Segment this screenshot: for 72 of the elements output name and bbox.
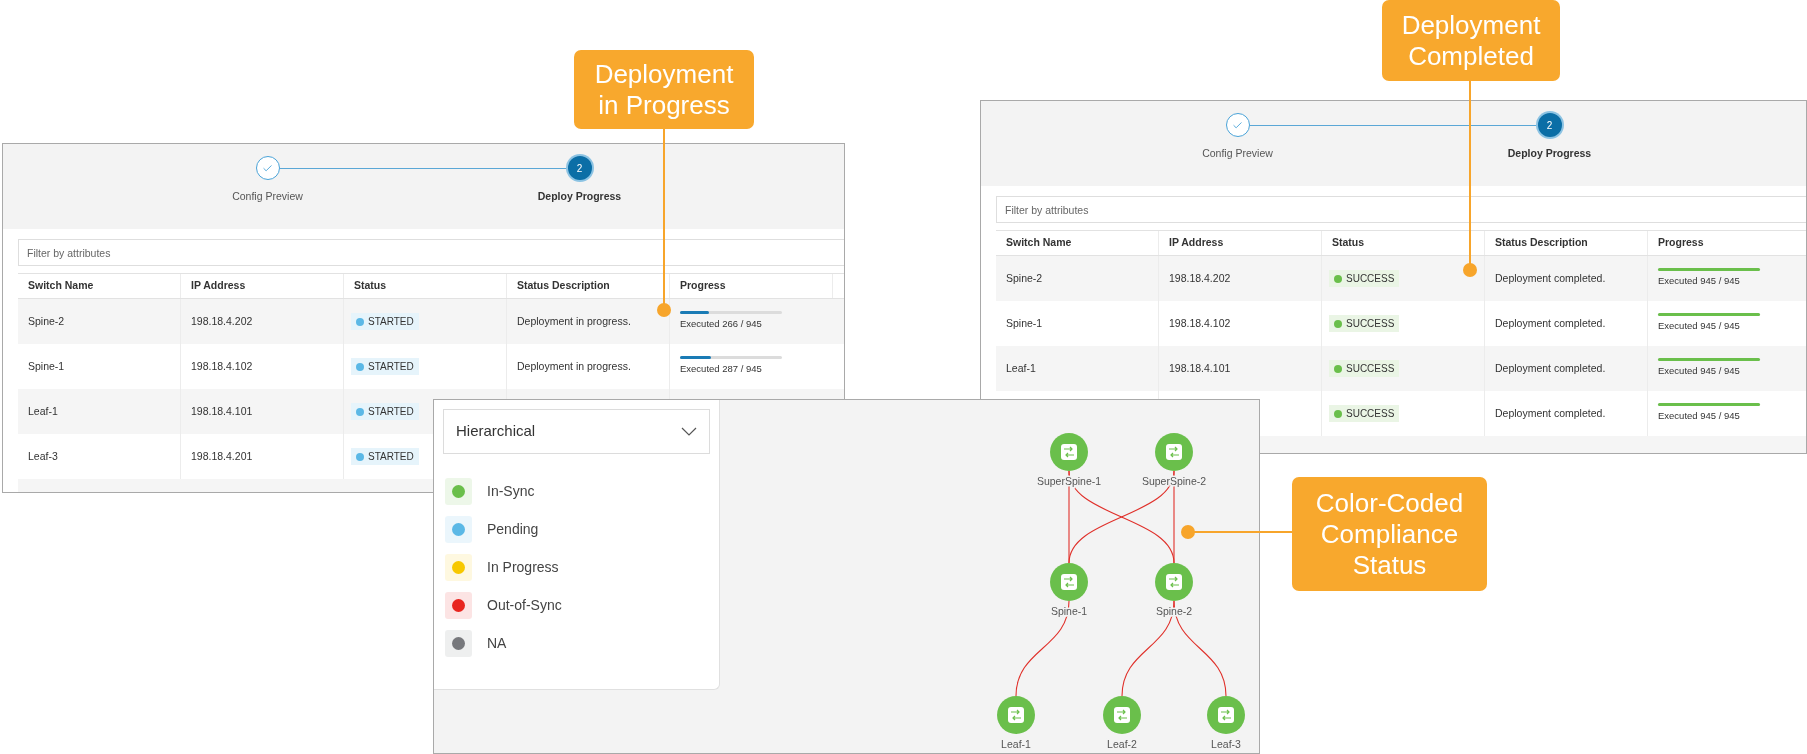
progress-reading: Executed 945 / 945 — [1658, 409, 1741, 424]
legend-label: NA — [487, 634, 507, 653]
status-badge: SUCCESS — [1329, 405, 1400, 422]
progress-reading: Executed 287 / 945 — [680, 362, 763, 377]
switch-node[interactable] — [1155, 563, 1193, 601]
table-cell-text: 198.18.4.202 — [1169, 270, 1231, 286]
column-header: Switch Name — [28, 278, 94, 294]
status-badge: STARTED — [351, 448, 419, 465]
callout-label: Color-Coded Compliance Status — [1292, 477, 1487, 591]
legend-label: In-Sync — [487, 482, 535, 501]
table-cell-text: Spine-1 — [28, 358, 65, 374]
column-header: Status Description — [1495, 235, 1588, 251]
switch-node[interactable] — [1207, 696, 1245, 734]
node-label: Leaf-2 — [1107, 738, 1137, 750]
status-badge: SUCCESS — [1329, 270, 1400, 287]
table-cell-text: Spine-2 — [28, 313, 65, 329]
progress-reading: Executed 945 / 945 — [1658, 274, 1741, 289]
table-cell-text: 198.18.4.201 — [191, 448, 253, 464]
column-header: IP Address — [191, 278, 246, 294]
step-number: 2 — [1537, 113, 1562, 137]
switch-node[interactable] — [1050, 433, 1088, 471]
table-cell-text: Deployment in progress. — [517, 358, 631, 374]
status-badge: SUCCESS — [1329, 360, 1400, 377]
progress-reading: Executed 945 / 945 — [1658, 364, 1741, 379]
step-label[interactable]: Config Preview — [1202, 146, 1273, 162]
column-header: Status Description — [517, 278, 610, 294]
table-cell-text: Deployment completed. — [1495, 315, 1606, 331]
step-label[interactable]: Config Preview — [232, 189, 303, 205]
node-label: Leaf-1 — [1001, 738, 1031, 750]
callout-label: Deployment in Progress — [574, 50, 754, 129]
table-cell-text: Leaf-1 — [1006, 360, 1036, 376]
column-header: Status — [354, 278, 387, 294]
legend-label: Pending — [487, 520, 539, 539]
progress-reading: Executed 945 / 945 — [1658, 319, 1741, 334]
status-badge: STARTED — [351, 403, 419, 420]
step-label[interactable]: Deploy Progress — [1507, 146, 1592, 162]
table-cell-text: Deployment completed. — [1495, 405, 1606, 421]
table-cell-text: 198.18.4.101 — [191, 403, 253, 419]
switch-node[interactable] — [1050, 563, 1088, 601]
switch-node[interactable] — [997, 696, 1035, 734]
status-badge: STARTED — [351, 358, 419, 375]
chevron-icon — [681, 427, 697, 436]
table-cell-text: 198.18.4.101 — [1169, 360, 1231, 376]
table-cell-text: Leaf-1 — [28, 403, 58, 419]
legend-label: Out-of-Sync — [487, 596, 562, 615]
switch-node[interactable] — [1155, 433, 1193, 471]
node-label: Leaf-3 — [1211, 738, 1241, 750]
column-header: Status — [1332, 235, 1365, 251]
step-label[interactable]: Deploy Progress — [537, 189, 622, 205]
table-cell-text: Spine-2 — [1006, 270, 1043, 286]
progress-reading: Executed 266 / 945 — [680, 317, 763, 332]
table-cell-text: 198.18.4.102 — [1169, 315, 1231, 331]
legend-label: In Progress — [487, 558, 559, 577]
table-cell-text: 198.18.4.202 — [191, 313, 253, 329]
table-cell-text: Deployment completed. — [1495, 360, 1606, 376]
step-number: 2 — [567, 156, 592, 180]
status-badge: SUCCESS — [1329, 315, 1400, 332]
column-header: IP Address — [1169, 235, 1224, 251]
column-header: Progress — [680, 278, 726, 294]
table-cell-text: Deployment in progress. — [517, 313, 631, 329]
callout-label: Deployment Completed — [1382, 0, 1560, 81]
column-header: Progress — [1658, 235, 1704, 251]
table-cell-text: Spine-1 — [1006, 315, 1043, 331]
layout-dropdown[interactable]: Hierarchical — [443, 409, 710, 454]
filter-field[interactable]: Filter by attributes — [996, 196, 1806, 223]
switch-node[interactable] — [1103, 696, 1141, 734]
table-cell-text: Deployment completed. — [1495, 270, 1606, 286]
status-badge: STARTED — [351, 313, 419, 330]
table-cell-text: Leaf-3 — [28, 448, 58, 464]
filter-field[interactable]: Filter by attributes — [18, 239, 844, 266]
column-header: Switch Name — [1006, 235, 1072, 251]
table-cell-text: 198.18.4.102 — [191, 358, 253, 374]
